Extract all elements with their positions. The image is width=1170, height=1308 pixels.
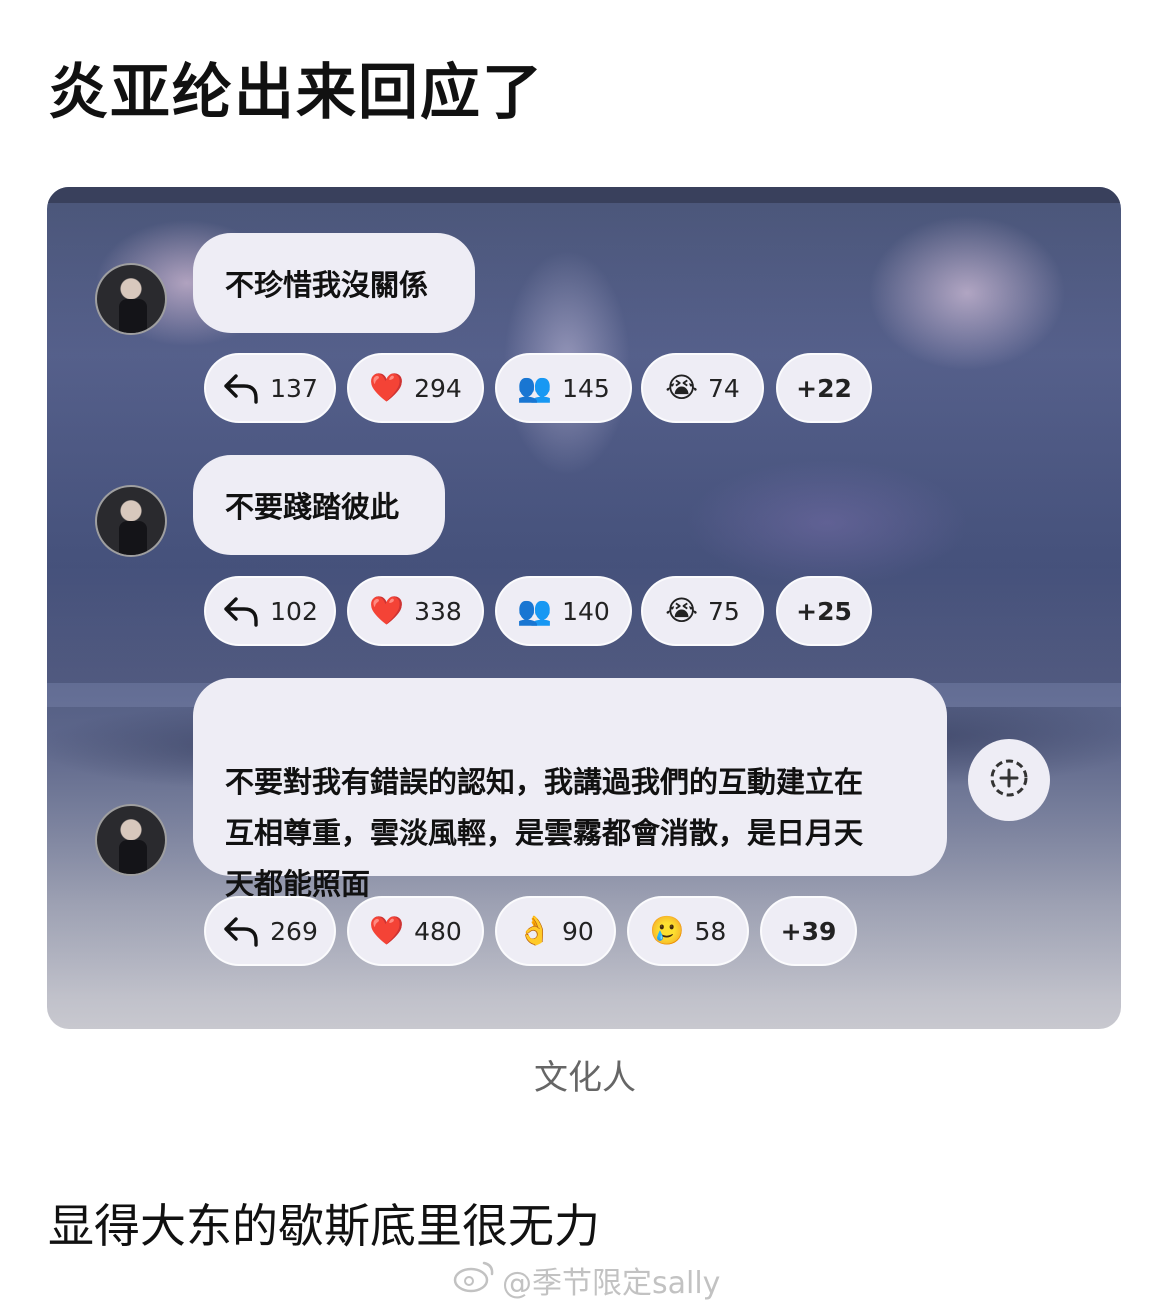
heart-reaction[interactable]: ❤️ 338: [347, 576, 484, 646]
sad-tear-face-icon: 🥲: [649, 914, 685, 947]
reaction-count: 75: [707, 596, 740, 626]
heart-reaction[interactable]: ❤️ 480: [347, 896, 484, 966]
message-bubble[interactable]: 不要踐踏彼此: [193, 455, 445, 555]
more-reactions-button[interactable]: +39: [760, 896, 857, 966]
more-reactions-count: +39: [780, 916, 837, 946]
avatar[interactable]: [95, 263, 167, 335]
more-reactions-count: +25: [796, 596, 852, 626]
avatar[interactable]: [95, 804, 167, 876]
reaction-count: 294: [414, 373, 462, 403]
add-reaction-button[interactable]: [968, 739, 1050, 821]
reply-count: 269: [270, 916, 318, 946]
more-reactions-button[interactable]: +22: [776, 353, 872, 423]
reply-arrow-icon: [222, 915, 260, 947]
chat-screenshot: 不珍惜我沒關係 137 ❤️ 294 👥 145 😭 74 +22 不要踐踏彼此…: [47, 187, 1121, 1029]
reply-count-button[interactable]: 102: [204, 576, 336, 646]
reaction-count: 145: [562, 373, 610, 403]
watermark: @季节限定sally: [452, 1258, 720, 1302]
crying-reaction[interactable]: 😭 75: [641, 576, 764, 646]
reply-count-button[interactable]: 269: [204, 896, 336, 966]
crying-reaction[interactable]: 😭 74: [641, 353, 764, 423]
heart-icon: ❤️: [369, 914, 405, 947]
ok-hand-icon: 👌: [517, 914, 553, 947]
heart-icon: ❤️: [369, 371, 405, 404]
add-circle-icon: [987, 756, 1031, 804]
message-text: 不要踐踏彼此: [225, 490, 400, 524]
reaction-count: 74: [707, 373, 740, 403]
reaction-count: 480: [414, 916, 462, 946]
message-bubble[interactable]: 不要對我有錯誤的認知，我講過我們的互動建立在 互相尊重，雲淡風輕，是雲霧都會消散…: [193, 678, 947, 901]
more-reactions-button[interactable]: +25: [776, 576, 872, 646]
watermark-text: @季节限定sally: [502, 1266, 721, 1301]
people-reaction[interactable]: 👥 140: [495, 576, 632, 646]
reply-count: 102: [270, 596, 318, 626]
reaction-count: 90: [562, 916, 594, 946]
avatar[interactable]: [95, 485, 167, 557]
crying-face-icon: 😭: [665, 371, 698, 404]
heart-reaction[interactable]: ❤️ 294: [347, 353, 484, 423]
sad-face-reaction[interactable]: 🥲 58: [627, 896, 749, 966]
weibo-logo-icon: [452, 1259, 496, 1301]
screenshot-top-edge: [47, 187, 1121, 203]
reply-count-button[interactable]: 137: [204, 353, 336, 423]
post-text: 显得大东的歇斯底里很无力: [48, 1199, 600, 1253]
heart-icon: ❤️: [369, 594, 405, 627]
reaction-count: 140: [562, 596, 610, 626]
people-reaction[interactable]: 👥 145: [495, 353, 632, 423]
page-title: 炎亚纶出来回应了: [48, 58, 544, 128]
crying-face-icon: 😭: [665, 594, 698, 627]
people-icon: 👥: [517, 371, 553, 404]
people-icon: 👥: [517, 594, 553, 627]
reaction-count: 58: [694, 916, 727, 946]
image-caption: 文化人: [534, 1058, 636, 1098]
message-text: 不珍惜我沒關係: [225, 268, 429, 302]
reaction-count: 338: [414, 596, 462, 626]
reply-arrow-icon: [222, 595, 260, 627]
reply-count: 137: [270, 373, 318, 403]
ok-hand-reaction[interactable]: 👌 90: [495, 896, 616, 966]
reply-arrow-icon: [222, 372, 260, 404]
message-bubble[interactable]: 不珍惜我沒關係: [193, 233, 475, 333]
more-reactions-count: +22: [796, 373, 852, 403]
